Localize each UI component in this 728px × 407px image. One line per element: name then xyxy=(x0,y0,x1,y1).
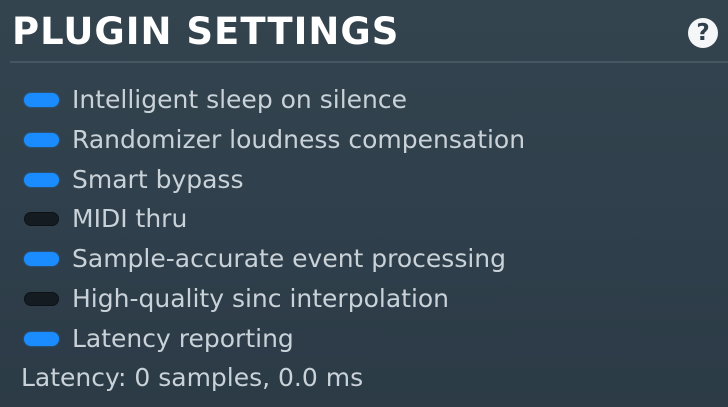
toggle-switch[interactable] xyxy=(24,252,59,267)
plugin-settings-panel: PLUGIN SETTINGS ? Intelligent sleep on s… xyxy=(0,0,728,407)
toggle-switch[interactable] xyxy=(24,172,59,187)
option-label: Intelligent sleep on silence xyxy=(72,85,407,114)
option-intelligent-sleep[interactable]: Intelligent sleep on silence xyxy=(0,80,728,120)
option-midi-thru[interactable]: MIDI thru xyxy=(0,199,728,239)
option-label: Randomizer loudness compensation xyxy=(72,124,526,154)
toggle-switch[interactable] xyxy=(24,291,59,306)
header-divider xyxy=(10,61,728,63)
option-label: MIDI thru xyxy=(72,204,188,234)
panel-header: PLUGIN SETTINGS ? xyxy=(0,0,728,62)
option-randomizer-loudness[interactable]: Randomizer loudness compensation xyxy=(0,120,728,160)
panel-title: PLUGIN SETTINGS xyxy=(12,10,400,53)
option-label: High-quality sinc interpolation xyxy=(72,283,450,313)
help-button[interactable]: ? xyxy=(688,18,718,48)
latency-status: Latency: 0 samples, 0.0 ms xyxy=(21,363,364,392)
settings-list: Intelligent sleep on silence Randomizer … xyxy=(0,80,728,359)
option-sample-accurate[interactable]: Sample-accurate event processing xyxy=(0,239,728,279)
option-smart-bypass[interactable]: Smart bypass xyxy=(0,160,728,200)
toggle-switch[interactable] xyxy=(24,93,59,107)
option-label: Sample-accurate event processing xyxy=(72,244,507,274)
toggle-switch[interactable] xyxy=(24,331,59,346)
option-label: Smart bypass xyxy=(72,164,244,194)
question-mark-icon: ? xyxy=(696,20,710,46)
option-sinc-interpolation[interactable]: High-quality sinc interpolation xyxy=(0,279,728,319)
toggle-switch[interactable] xyxy=(24,132,59,147)
toggle-switch[interactable] xyxy=(24,212,59,227)
option-latency-reporting[interactable]: Latency reporting xyxy=(0,319,728,359)
option-label: Latency reporting xyxy=(72,323,294,353)
